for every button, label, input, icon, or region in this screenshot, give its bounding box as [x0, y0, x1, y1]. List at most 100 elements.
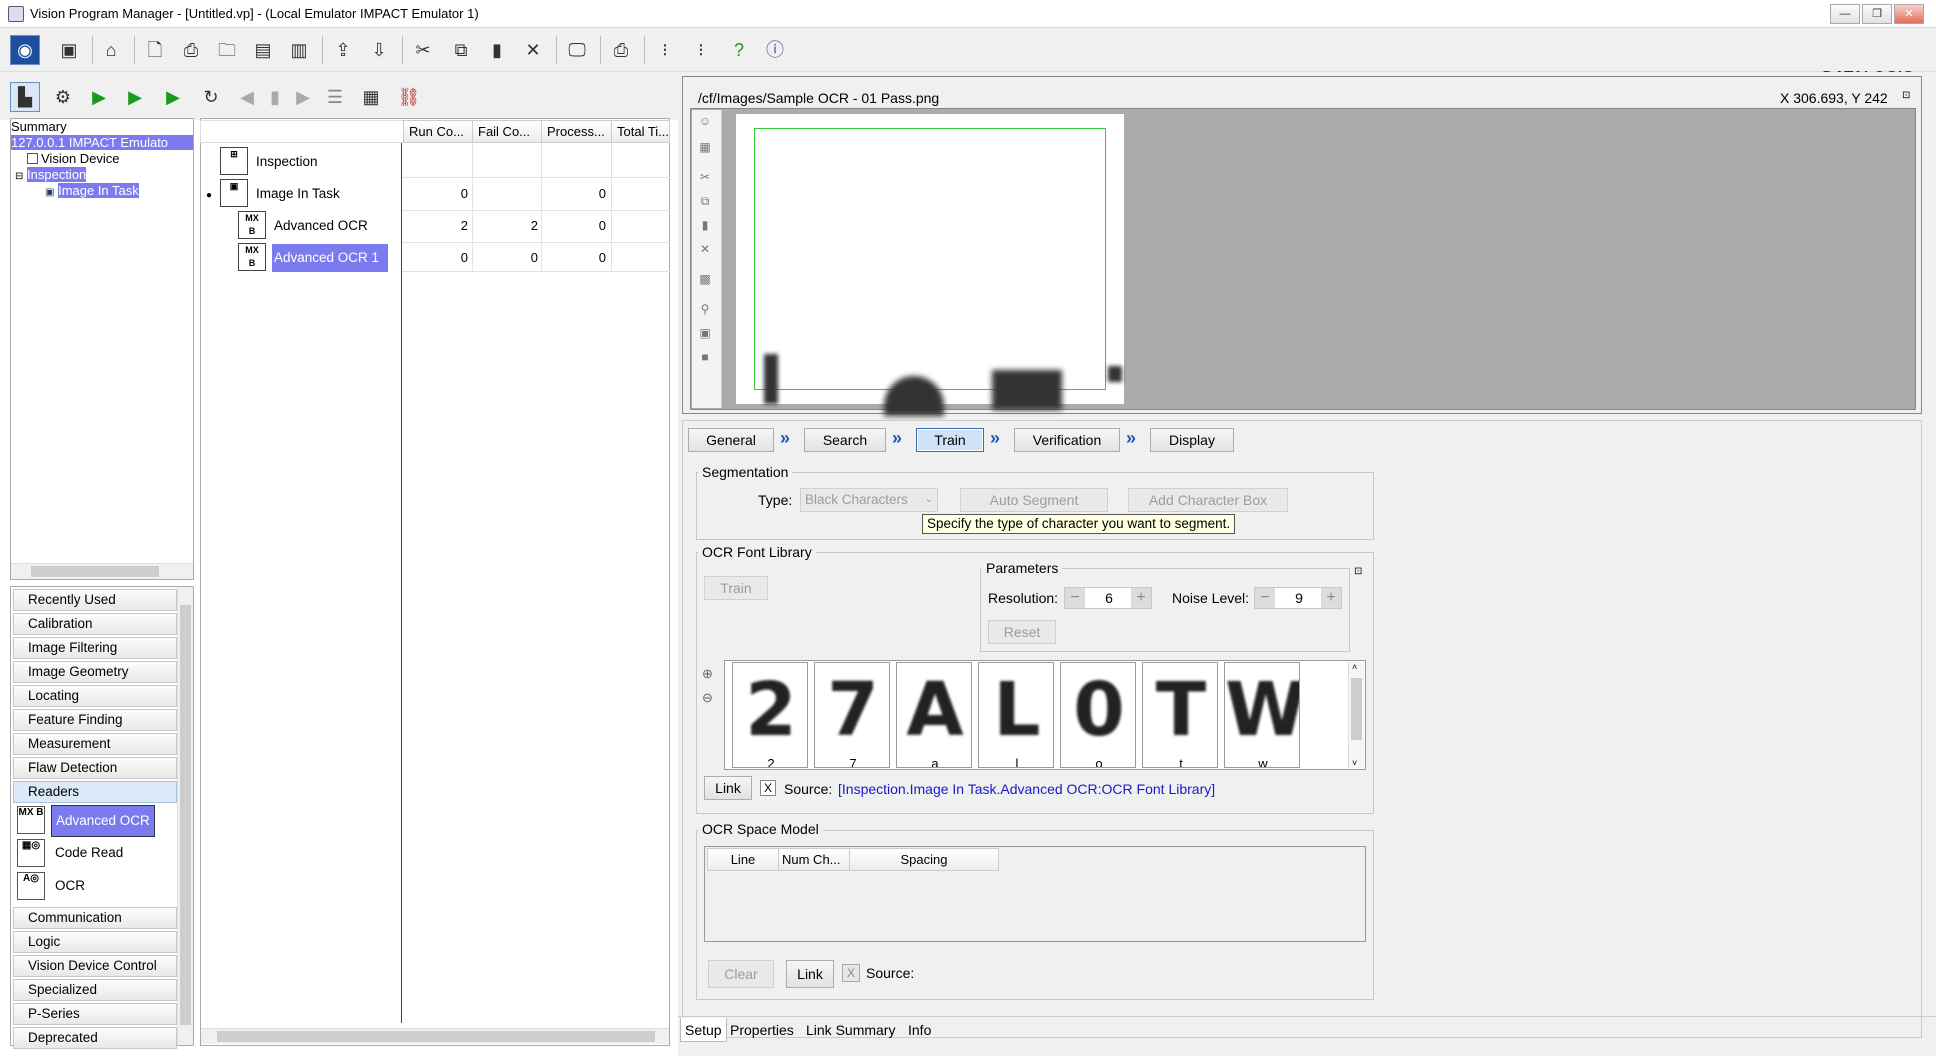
collapse-icon[interactable]: ●: [206, 190, 212, 201]
stop-icon[interactable]: ▣: [54, 35, 84, 65]
tree-item-inspection[interactable]: ⊟ Inspection: [15, 167, 87, 182]
image-icon[interactable]: ▣: [698, 326, 712, 340]
reset-button[interactable]: Reset: [988, 620, 1056, 644]
auto-segment-button[interactable]: Auto Segment: [960, 488, 1108, 512]
grid-hscrollbar[interactable]: [201, 1028, 669, 1044]
delete-icon[interactable]: ✕: [518, 35, 548, 65]
home-icon[interactable]: ⌂: [96, 35, 126, 65]
pin-icon[interactable]: ⊡: [1354, 566, 1362, 577]
category-vision-device-control[interactable]: Vision Device Control: [13, 955, 177, 977]
cut-icon[interactable]: ✂: [408, 35, 438, 65]
category-locating[interactable]: Locating: [13, 685, 177, 707]
tab-search[interactable]: Search: [804, 428, 886, 452]
list-icon[interactable]: ☰: [320, 82, 350, 112]
tool-advanced-ocr[interactable]: MX B Advanced OCR: [15, 805, 175, 837]
paste-icon[interactable]: ▮: [482, 35, 512, 65]
tree-item-vision-device[interactable]: Vision Device: [27, 151, 120, 166]
col-total-time[interactable]: Total Ti...: [611, 120, 670, 143]
tool-code-read[interactable]: ▦◎ Code Read: [15, 838, 175, 868]
toolbox-scrollbar[interactable]: [177, 587, 193, 1045]
minus-icon[interactable]: −: [1065, 588, 1085, 608]
font-glyph[interactable]: 77: [814, 662, 890, 768]
minimize-button[interactable]: —: [1830, 4, 1860, 24]
delete-roi-icon[interactable]: ✕: [698, 242, 712, 256]
tree-item-device-host[interactable]: 127.0.0.1 IMPACT Emulato: [11, 135, 193, 150]
glyph-scrollbar[interactable]: ˄ ˅: [1348, 662, 1364, 768]
col-num-chars[interactable]: Num Ch...: [778, 848, 850, 871]
grid-row-image-in-task[interactable]: Image In Task: [256, 186, 340, 201]
category-feature-finding[interactable]: Feature Finding: [13, 709, 177, 731]
tab-info[interactable]: Info: [904, 1018, 935, 1042]
help-icon[interactable]: ?: [724, 35, 754, 65]
copy-icon[interactable]: ⧉: [446, 35, 476, 65]
space-link-button[interactable]: Link: [786, 960, 834, 988]
tool-ocr[interactable]: A◎ OCR: [15, 871, 175, 901]
forward-icon[interactable]: ▶: [288, 82, 318, 112]
category-deprecated[interactable]: Deprecated: [13, 1027, 177, 1049]
plus-icon[interactable]: +: [1321, 588, 1341, 608]
download-icon[interactable]: ⇩: [364, 35, 394, 65]
zoom-out-icon[interactable]: ⊖: [702, 690, 713, 706]
font-glyph[interactable]: 22: [732, 662, 808, 768]
col-line[interactable]: Line: [707, 848, 779, 871]
zoom-in-icon[interactable]: ⊕: [702, 666, 713, 682]
copy-roi-icon[interactable]: ⧉: [698, 194, 712, 208]
category-readers[interactable]: Readers: [13, 781, 177, 803]
plus-icon[interactable]: +: [1131, 588, 1151, 608]
tool-mode-icon[interactable]: ▙: [10, 82, 40, 112]
type-select[interactable]: Black Characters ⌄: [800, 488, 938, 512]
space-source-checkbox[interactable]: X: [842, 964, 860, 982]
category-image-filtering[interactable]: Image Filtering: [13, 637, 177, 659]
category-logic[interactable]: Logic: [13, 931, 177, 953]
category-specialized[interactable]: Specialized: [13, 979, 177, 1001]
category-communication[interactable]: Communication: [13, 907, 177, 929]
tab-general[interactable]: General: [688, 428, 774, 452]
run-continuous-icon[interactable]: ⁝: [686, 35, 716, 65]
font-glyph[interactable]: Ll: [978, 662, 1054, 768]
tree-item-summary[interactable]: Summary: [11, 119, 191, 134]
tab-properties[interactable]: Properties: [726, 1018, 798, 1042]
run-single-icon[interactable]: ▶: [158, 82, 188, 112]
vision-device-icon[interactable]: ◉: [10, 35, 40, 65]
category-image-geometry[interactable]: Image Geometry: [13, 661, 177, 683]
upload-icon[interactable]: ⇪: [328, 35, 358, 65]
minus-icon[interactable]: −: [1255, 588, 1275, 608]
pin-icon[interactable]: ⊡: [1902, 90, 1910, 101]
save-icon[interactable]: ▤: [248, 35, 278, 65]
overlay-icon[interactable]: ■: [698, 350, 712, 364]
font-glyph[interactable]: Aa: [896, 662, 972, 768]
font-source-link[interactable]: [Inspection.Image In Task.Advanced OCR:O…: [838, 781, 1215, 797]
font-source-checkbox[interactable]: X: [760, 780, 776, 796]
col-run-count[interactable]: Run Co...: [403, 120, 473, 143]
save-as-icon[interactable]: ▥: [284, 35, 314, 65]
restore-button[interactable]: ❐: [1862, 4, 1892, 24]
paste-roi-icon[interactable]: ▮: [698, 218, 712, 232]
counter-reset-icon[interactable]: ▦: [356, 82, 386, 112]
tab-setup[interactable]: Setup: [680, 1018, 727, 1042]
back-icon[interactable]: ◀: [232, 82, 262, 112]
col-spacing[interactable]: Spacing: [849, 848, 999, 871]
tab-train[interactable]: Train: [916, 428, 984, 452]
grid-row-advanced-ocr[interactable]: Advanced OCR: [274, 218, 368, 233]
tab-verification[interactable]: Verification: [1014, 428, 1120, 452]
link-icon[interactable]: ⛓: [394, 82, 424, 112]
grid-tool-icon[interactable]: ▦: [698, 140, 712, 154]
tab-link-summary[interactable]: Link Summary: [802, 1018, 899, 1042]
tab-display[interactable]: Display: [1150, 428, 1234, 452]
noise-level-stepper[interactable]: − 9 +: [1254, 587, 1342, 609]
train-button[interactable]: Train: [704, 576, 768, 600]
font-glyph[interactable]: Ww: [1224, 662, 1300, 768]
tree-hscrollbar[interactable]: [11, 563, 193, 579]
add-character-box-button[interactable]: Add Character Box: [1128, 488, 1288, 512]
cycle-icon[interactable]: ↻: [196, 82, 226, 112]
category-measurement[interactable]: Measurement: [13, 733, 177, 755]
category-flaw-detection[interactable]: Flaw Detection: [13, 757, 177, 779]
select-tool-icon[interactable]: ☺: [698, 114, 712, 128]
run-step-icon[interactable]: ▶: [84, 82, 114, 112]
font-glyph[interactable]: 0o: [1060, 662, 1136, 768]
grid-row-advanced-ocr-1[interactable]: Advanced OCR 1: [272, 244, 388, 272]
chevron-down-icon[interactable]: ˅: [1352, 758, 1357, 768]
run-one-icon[interactable]: ▶: [120, 82, 150, 112]
zoom-icon[interactable]: ⚲: [698, 302, 712, 316]
tree-item-image-in-task[interactable]: ▣ Image In Task: [45, 183, 139, 198]
